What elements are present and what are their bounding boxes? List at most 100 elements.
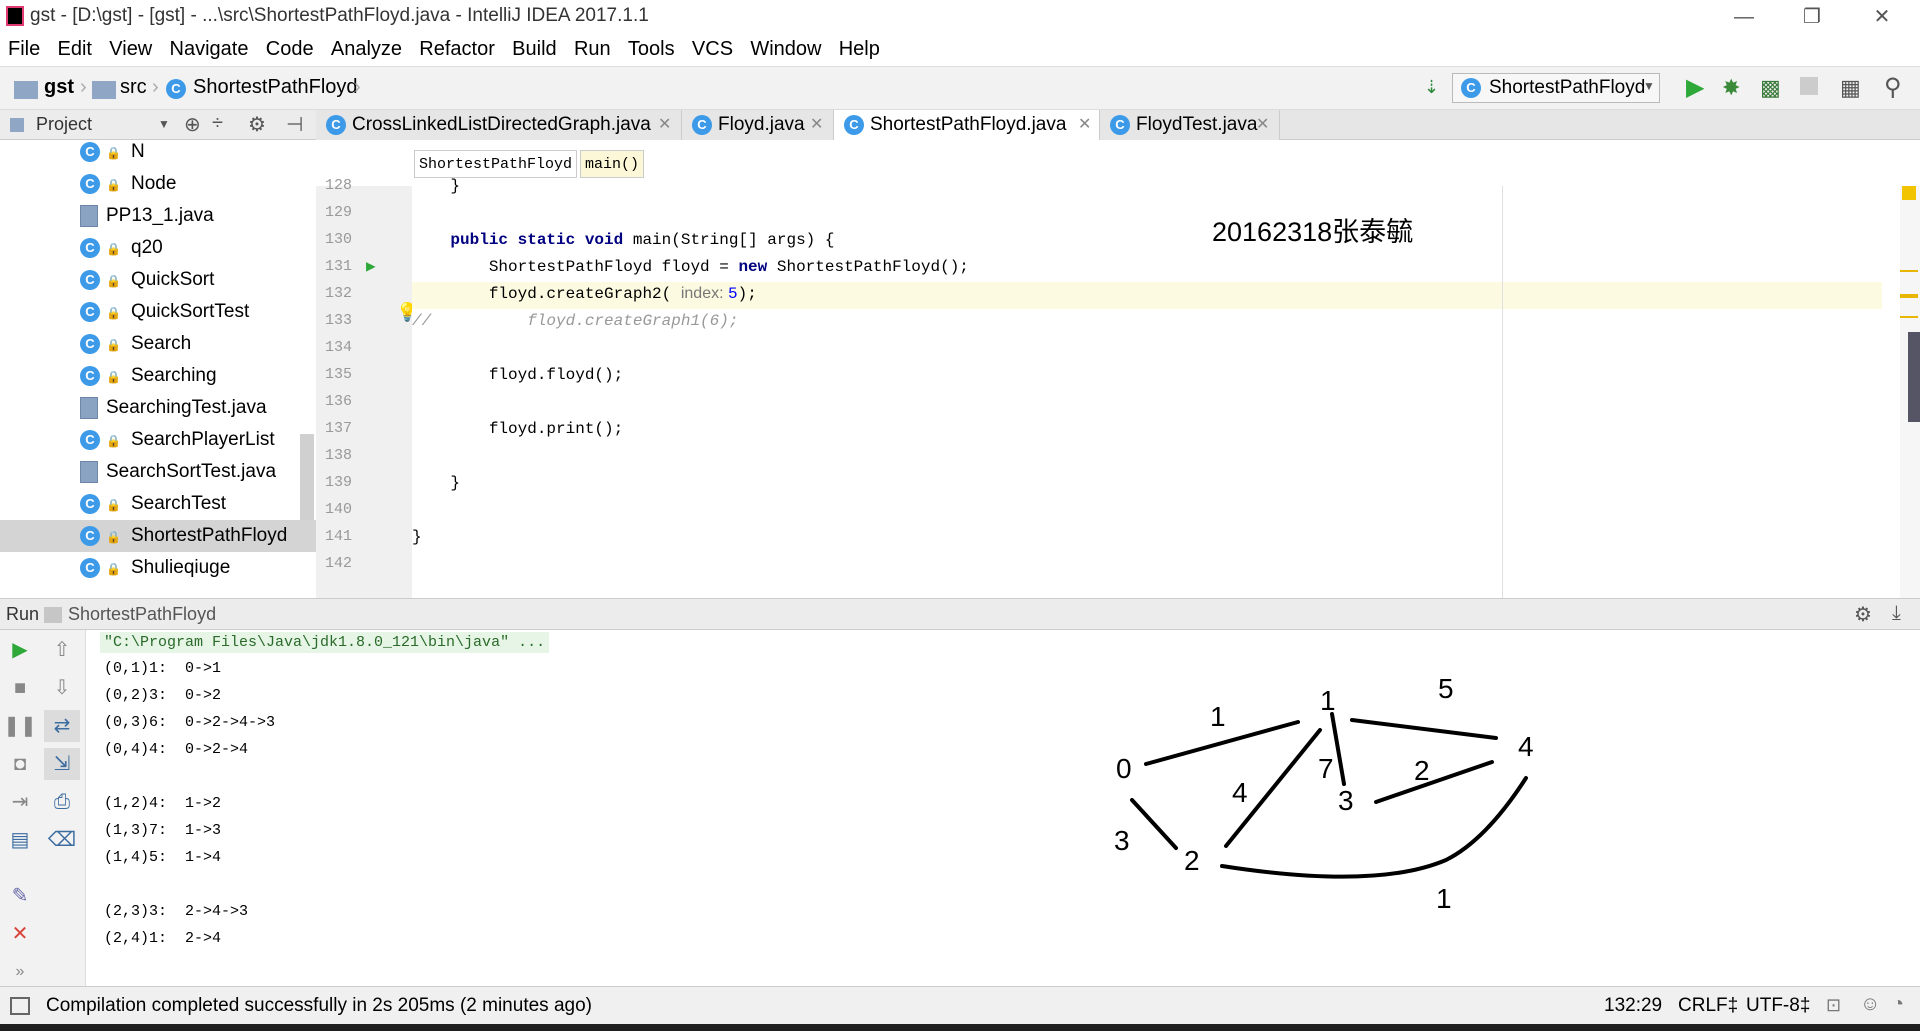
debug-icon[interactable]: ✸ xyxy=(1722,75,1740,101)
code-line[interactable]: floyd.print(); xyxy=(412,417,1882,444)
soft-wrap-icon[interactable]: ⇄ xyxy=(44,710,80,742)
menu-code[interactable]: Code xyxy=(258,34,318,61)
run-panel-title[interactable]: Run xyxy=(6,604,39,625)
down-arrow-icon[interactable]: ⇩ xyxy=(44,672,80,704)
code-line[interactable]: floyd.floyd(); xyxy=(412,363,1882,390)
breadcrumb-src[interactable]: src xyxy=(120,76,147,99)
run-gutter-icon[interactable]: ▶ xyxy=(366,256,376,276)
up-arrow-icon[interactable]: ⇧ xyxy=(44,634,80,666)
close-icon[interactable]: ✕ xyxy=(2,918,38,950)
tab-floydtest[interactable]: C FloydTest.java ✕ xyxy=(1100,110,1280,140)
scroll-to-end-icon[interactable]: ⇲ xyxy=(44,748,80,780)
tab-crosslinkedlist[interactable]: C CrossLinkedListDirectedGraph.java ✕ xyxy=(316,110,682,140)
code-line[interactable] xyxy=(412,498,1882,525)
hide-panel-icon[interactable]: ⤓ xyxy=(1892,602,1901,625)
stop-icon[interactable] xyxy=(1800,77,1818,95)
menu-tools[interactable]: Tools xyxy=(620,34,679,61)
code-line[interactable]: } xyxy=(412,471,1882,498)
tree-item[interactable]: C 🔒 ShortestPathFloyd xyxy=(0,520,316,552)
code-line[interactable]: // floyd.createGraph1(6); xyxy=(412,309,1882,336)
camera-icon[interactable]: ◘ xyxy=(2,748,38,780)
code-editor[interactable]: } public static void main(String[] args)… xyxy=(412,177,1920,598)
layout-icon[interactable]: ▤ xyxy=(2,824,38,856)
code-line[interactable]: public static void main(String[] args) { xyxy=(412,228,1882,255)
close-icon[interactable]: ✕ xyxy=(1256,114,1269,134)
tree-item[interactable]: C 🔒 q20 xyxy=(0,232,316,264)
caret-position[interactable]: 132:29 xyxy=(1604,995,1662,1017)
gear-icon[interactable]: ⚙ xyxy=(248,112,266,137)
tree-item[interactable]: C 🔒 Node xyxy=(0,168,316,200)
run-config-select[interactable]: C ShortestPathFloyd ▼ xyxy=(1452,73,1660,103)
code-line[interactable] xyxy=(412,390,1882,417)
tree-item[interactable]: C 🔒 QuickSort xyxy=(0,264,316,296)
menu-window[interactable]: Window xyxy=(742,34,825,61)
tree-item[interactable]: C 🔒 SearchPlayerList xyxy=(0,424,316,456)
tree-item[interactable]: SearchSortTest.java xyxy=(0,456,316,488)
menu-vcs[interactable]: VCS xyxy=(684,34,737,61)
project-structure-icon[interactable]: ▦ xyxy=(1840,75,1861,101)
tree-item[interactable]: C 🔒 Search xyxy=(0,328,316,360)
close-button[interactable]: ✕ xyxy=(1848,0,1916,34)
pause-icon[interactable]: ❚❚ xyxy=(2,710,38,742)
run-config-name[interactable]: ShortestPathFloyd xyxy=(68,604,216,625)
code-line[interactable]: floyd.createGraph2( index: 5); xyxy=(412,282,1882,309)
coverage-icon[interactable]: ▩ xyxy=(1760,75,1781,101)
menu-analyze[interactable]: Analyze xyxy=(323,34,406,61)
scroll-thumb[interactable] xyxy=(1908,332,1920,422)
code-line[interactable]: } xyxy=(412,525,1882,552)
menu-refactor[interactable]: Refactor xyxy=(411,34,499,61)
breadcrumb-class[interactable]: ShortestPathFloyd xyxy=(193,76,358,99)
close-icon[interactable]: ✕ xyxy=(658,114,671,134)
stop-icon[interactable]: ■ xyxy=(2,672,38,704)
gear-icon[interactable]: ⚙ xyxy=(1854,602,1872,627)
lock-icon[interactable]: ⊡ xyxy=(1826,995,1841,1016)
breadcrumb-project[interactable]: gst xyxy=(44,76,74,99)
rerun-icon[interactable]: ▶ xyxy=(2,634,38,666)
menu-help[interactable]: Help xyxy=(831,34,884,61)
run-icon[interactable]: ▶ xyxy=(1686,73,1704,102)
menu-edit[interactable]: Edit xyxy=(50,34,96,61)
tree-item[interactable]: C 🔒 N xyxy=(0,140,316,168)
tree-item[interactable]: PP13_1.java xyxy=(0,200,316,232)
tree-item[interactable]: C 🔒 SearchTest xyxy=(0,488,316,520)
code-line[interactable] xyxy=(412,336,1882,363)
minimize-button[interactable]: — xyxy=(1710,0,1778,34)
login-icon[interactable]: ⇥ xyxy=(2,786,38,818)
sort-icon[interactable]: ⇣ xyxy=(1424,77,1439,98)
tree-item[interactable]: C 🔒 QuickSortTest xyxy=(0,296,316,328)
menu-run[interactable]: Run xyxy=(566,34,615,61)
search-icon[interactable]: ⚲ xyxy=(1884,73,1902,102)
editor-scrollbar[interactable] xyxy=(1900,186,1920,598)
pin-icon[interactable]: ✎ xyxy=(2,880,38,912)
code-line[interactable] xyxy=(412,444,1882,471)
menu-file[interactable]: File xyxy=(0,34,44,61)
tree-scroll-thumb[interactable] xyxy=(300,434,314,520)
chevron-down-icon[interactable]: ▼ xyxy=(158,117,170,131)
tree-item[interactable]: SearchingTest.java xyxy=(0,392,316,424)
maximize-button[interactable]: ❐ xyxy=(1778,0,1846,34)
menu-navigate[interactable]: Navigate xyxy=(162,34,253,61)
tree-item[interactable]: C 🔒 Searching xyxy=(0,360,316,392)
inspector-icon[interactable]: ☺ xyxy=(1860,993,1880,1016)
code-line[interactable] xyxy=(412,552,1882,579)
close-icon[interactable]: ✕ xyxy=(1078,114,1091,134)
tab-shortestpathfloyd[interactable]: C ShortestPathFloyd.java ✕ xyxy=(834,110,1100,140)
more-icon[interactable]: » xyxy=(2,956,38,988)
file-encoding[interactable]: UTF-8‡ xyxy=(1746,995,1810,1017)
notifications-icon[interactable]: ◔ xyxy=(1892,993,1904,1016)
target-icon[interactable]: ⊕ xyxy=(184,112,201,137)
console-output[interactable]: "C:\Program Files\Java\jdk1.8.0_121\bin\… xyxy=(86,630,1920,986)
line-separator[interactable]: CRLF‡ xyxy=(1678,995,1738,1017)
tab-floyd[interactable]: C Floyd.java ✕ xyxy=(682,110,834,140)
collapse-icon[interactable]: ÷ xyxy=(212,112,223,135)
menu-build[interactable]: Build xyxy=(504,34,560,61)
code-line[interactable] xyxy=(412,201,1882,228)
hide-panel-icon[interactable]: ⊣ xyxy=(286,112,303,137)
code-line[interactable]: ShortestPathFloyd floyd = new ShortestPa… xyxy=(412,255,1882,282)
tree-item[interactable]: C 🔒 Shulieqiuge xyxy=(0,552,316,584)
print-icon[interactable]: ⎙ xyxy=(44,786,80,818)
code-line[interactable]: } xyxy=(412,174,1882,201)
trash-icon[interactable]: ⌫ xyxy=(44,824,80,856)
menu-view[interactable]: View xyxy=(101,34,156,61)
panel-toggle-icon[interactable] xyxy=(10,997,30,1015)
